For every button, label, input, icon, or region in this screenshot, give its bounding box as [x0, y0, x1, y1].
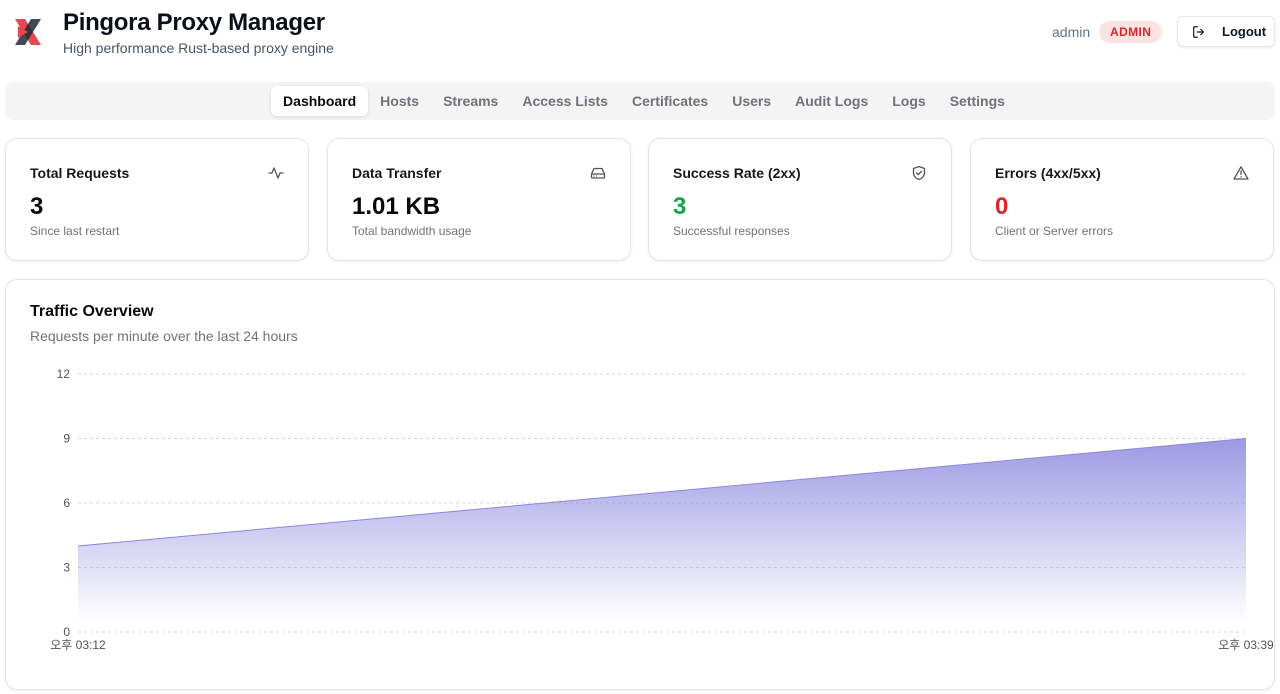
tab-streams[interactable]: Streams — [431, 86, 510, 116]
main-nav-tabs: Dashboard Hosts Streams Access Lists Cer… — [5, 82, 1275, 120]
x-tick-label: 오후 03:12 — [50, 638, 106, 652]
app-title: Pingora Proxy Manager — [63, 9, 325, 36]
traffic-overview-card: Traffic Overview Requests per minute ove… — [5, 279, 1275, 690]
app-subtitle: High performance Rust-based proxy engine — [63, 40, 334, 56]
hard-drive-icon — [590, 167, 606, 179]
tab-hosts[interactable]: Hosts — [368, 86, 431, 116]
activity-icon — [268, 167, 284, 179]
tab-certificates[interactable]: Certificates — [620, 86, 720, 116]
stat-value: 0 — [995, 193, 1009, 220]
y-tick-label: 0 — [63, 625, 70, 639]
alert-triangle-icon — [1233, 166, 1249, 180]
stat-description: Successful responses — [673, 224, 790, 238]
stat-card-total-requests: Total Requests 3 Since last restart — [5, 138, 309, 261]
tab-settings[interactable]: Settings — [938, 86, 1017, 116]
stat-card-success-rate: Success Rate (2xx) 3 Successful response… — [648, 138, 952, 261]
app-header: Pingora Proxy Manager High performance R… — [0, 0, 1280, 72]
y-tick-label: 3 — [63, 561, 70, 575]
tab-logs[interactable]: Logs — [880, 86, 937, 116]
stat-description: Since last restart — [30, 224, 120, 238]
shield-check-icon — [912, 165, 926, 181]
stat-value: 3 — [30, 193, 44, 220]
stat-title: Success Rate (2xx) — [673, 165, 801, 181]
stat-title: Data Transfer — [352, 165, 442, 181]
tab-audit-logs[interactable]: Audit Logs — [783, 86, 880, 116]
x-tick-label: 오후 03:39 — [1218, 638, 1274, 652]
stat-card-errors: Errors (4xx/5xx) 0 Client or Server erro… — [970, 138, 1274, 261]
series-area — [78, 438, 1246, 618]
tab-access-lists[interactable]: Access Lists — [510, 86, 620, 116]
stat-value: 1.01 KB — [352, 193, 441, 220]
tab-dashboard[interactable]: Dashboard — [271, 86, 369, 116]
stat-card-data-transfer: Data Transfer 1.01 KB Total bandwidth us… — [327, 138, 631, 261]
x-logo-icon — [15, 19, 41, 45]
role-badge: ADMIN — [1099, 21, 1163, 43]
y-tick-label: 9 — [63, 432, 70, 446]
user-name: admin — [1052, 24, 1091, 40]
stat-title: Total Requests — [30, 165, 130, 181]
traffic-chart: 0 3 6 9 12 오후 03:12 오후 03:39 — [50, 367, 1274, 652]
stat-value: 3 — [673, 193, 687, 220]
logout-icon — [1193, 25, 1204, 38]
stat-description: Client or Server errors — [995, 224, 1114, 238]
logout-button[interactable]: Logout — [1177, 16, 1275, 47]
y-tick-label: 6 — [63, 496, 70, 510]
logout-label: Logout — [1222, 24, 1267, 39]
y-tick-label: 12 — [57, 367, 71, 381]
tab-users[interactable]: Users — [720, 86, 783, 116]
stat-description: Total bandwidth usage — [352, 224, 472, 238]
stat-title: Errors (4xx/5xx) — [995, 165, 1101, 181]
